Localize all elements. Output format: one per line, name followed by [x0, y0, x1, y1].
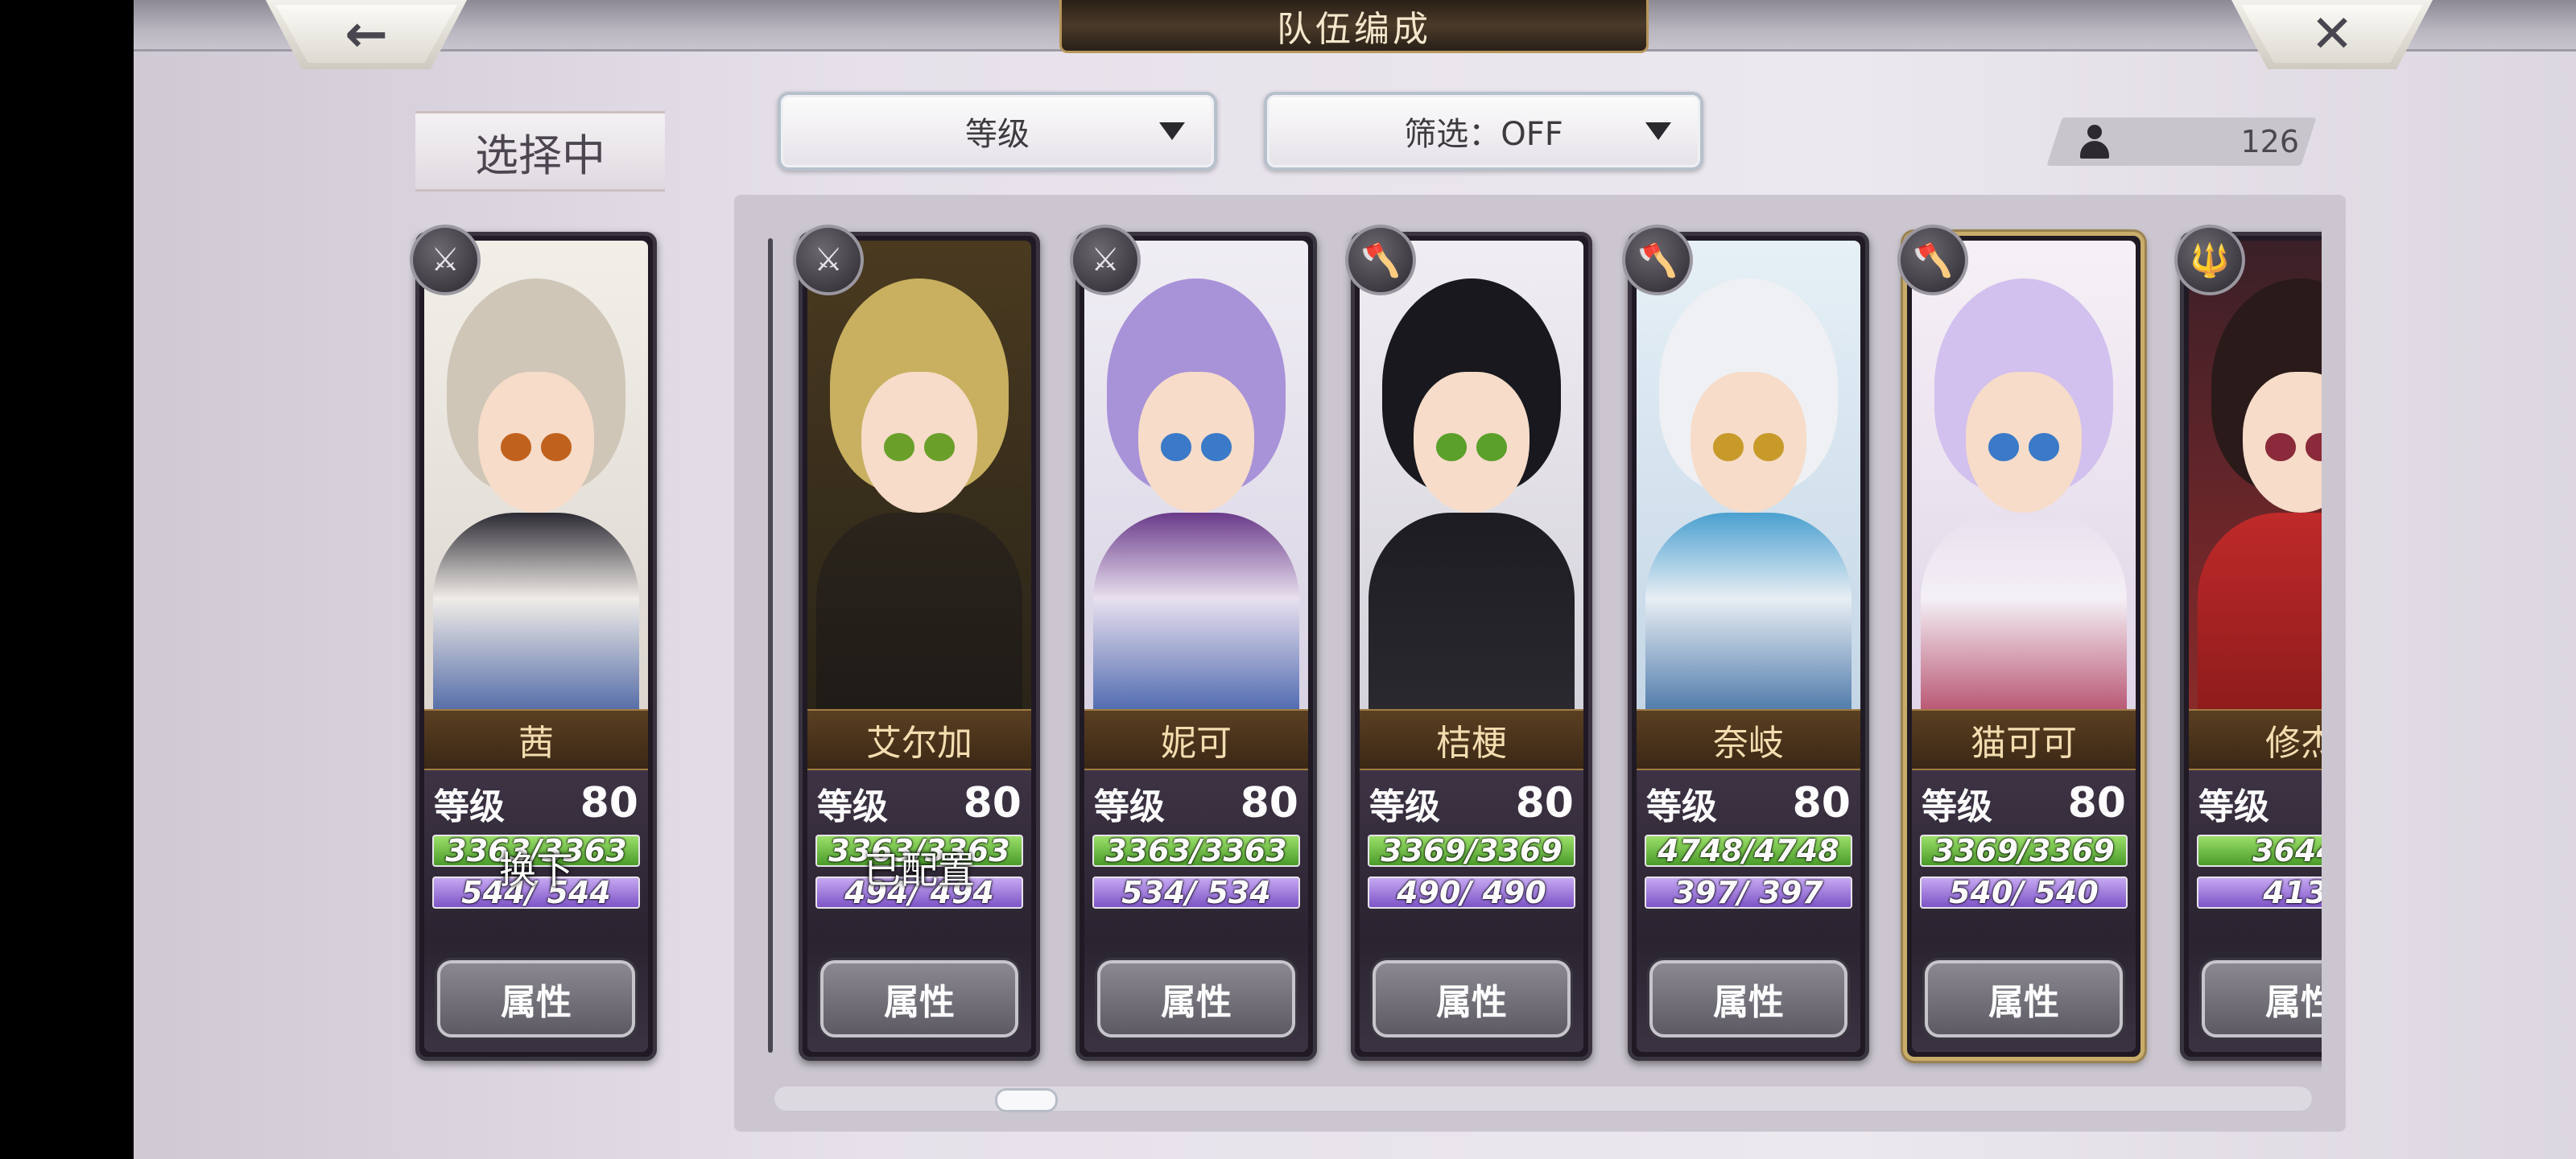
- axe-icon: 🪓: [1897, 225, 1968, 295]
- level-value: 80: [2067, 779, 2126, 827]
- selecting-label: 选择中: [415, 111, 665, 192]
- game-screen: ← 队伍编成 ✕ 选择中 等级 筛选：OFF 126 ⚔ 茜 等级 80 336…: [134, 0, 2576, 1159]
- back-arrow-icon: ←: [345, 5, 388, 64]
- level-row: 等级: [2198, 777, 2322, 830]
- attributes-button[interactable]: 属性: [820, 960, 1018, 1037]
- mp-bar: 397/ 397: [1645, 875, 1852, 910]
- hp-bar: 3363/3363: [1092, 833, 1300, 868]
- character-name: 猫可可: [1912, 709, 2136, 770]
- character-name: 茜: [424, 709, 648, 770]
- selected-character-card[interactable]: ⚔ 茜 等级 80 3363/3363 544/ 544 换下 属性: [410, 225, 657, 1061]
- sort-dropdown[interactable]: 等级: [778, 92, 1217, 171]
- level-row: 等级 80: [1922, 777, 2126, 830]
- character-portrait: [1912, 241, 2136, 709]
- character-card[interactable]: 🪓 奈岐 等级 80 4748/4748 397/ 397 属性: [1622, 225, 1869, 1061]
- filter-dropdown-label: 筛选：OFF: [1404, 116, 1563, 153]
- character-name: 修杰: [2189, 709, 2322, 770]
- level-row: 等级 80: [1369, 777, 1574, 830]
- level-label: 等级: [1646, 786, 1717, 827]
- attributes-button[interactable]: 属性: [1373, 960, 1571, 1037]
- attributes-button[interactable]: 属性: [2202, 960, 2322, 1037]
- level-row: 等级 80: [434, 777, 638, 830]
- filter-dropdown[interactable]: 筛选：OFF: [1264, 92, 1703, 171]
- scrollbar-thumb[interactable]: [995, 1088, 1058, 1112]
- character-card[interactable]: 🔱 修杰 等级 3644/ 413/ 属性: [2174, 225, 2322, 1061]
- close-icon: ✕: [2310, 5, 2354, 64]
- attributes-button[interactable]: 属性: [437, 960, 635, 1037]
- character-portrait: [807, 241, 1031, 709]
- level-value: 80: [580, 779, 638, 827]
- level-label: 等级: [1922, 786, 1992, 827]
- sword-icon: ⚔: [793, 225, 864, 295]
- character-portrait: [1637, 241, 1860, 709]
- unit-count-value: 126: [2240, 124, 2299, 159]
- spear-icon: 🔱: [2174, 225, 2245, 295]
- character-card[interactable]: ⚔ 妮可 等级 80 3363/3363 534/ 534 属性: [1070, 225, 1317, 1061]
- roster-divider: [768, 238, 773, 1053]
- hp-bar: 3369/3369: [1368, 833, 1575, 868]
- attributes-button[interactable]: 属性: [1925, 960, 2123, 1037]
- level-row: 等级 80: [817, 777, 1022, 830]
- person-icon: [2080, 125, 2109, 159]
- sort-dropdown-label: 等级: [965, 116, 1030, 153]
- level-label: 等级: [1094, 786, 1165, 827]
- character-name: 艾尔加: [807, 709, 1031, 770]
- attributes-button[interactable]: 属性: [1649, 960, 1847, 1037]
- unit-count: 126: [2074, 118, 2299, 166]
- axe-icon: 🪓: [1622, 225, 1693, 295]
- mp-bar: 534/ 534: [1092, 875, 1300, 910]
- axe-icon: 🪓: [1345, 225, 1416, 295]
- hp-bar: 4748/4748: [1645, 833, 1852, 868]
- mp-bar: 490/ 490: [1368, 875, 1575, 910]
- character-portrait: [1084, 241, 1308, 709]
- mp-bar: 540/ 540: [1920, 875, 2128, 910]
- level-value: 80: [1792, 779, 1851, 827]
- mp-bar: 413/: [2197, 875, 2322, 910]
- level-value: 80: [963, 779, 1022, 827]
- character-portrait: [424, 241, 648, 709]
- level-value: 80: [1240, 779, 1298, 827]
- page-title: 队伍编成: [1059, 0, 1649, 53]
- character-card[interactable]: ⚔ 艾尔加 等级 80 3363/3363 494/ 494 已配置 属性: [793, 225, 1040, 1061]
- sword-icon: ⚔: [410, 225, 481, 295]
- hp-bar: 3644/: [2197, 833, 2322, 868]
- character-card[interactable]: 🪓 桔梗 等级 80 3369/3369 490/ 490 属性: [1345, 225, 1592, 1061]
- sword-icon: ⚔: [1070, 225, 1141, 295]
- character-name: 桔梗: [1360, 709, 1583, 770]
- level-label: 等级: [1369, 786, 1440, 827]
- character-portrait: [1360, 241, 1583, 709]
- level-row: 等级 80: [1646, 777, 1851, 830]
- hp-bar: 3369/3369: [1920, 833, 2128, 868]
- level-label: 等级: [2198, 786, 2269, 827]
- back-button[interactable]: ←: [266, 0, 467, 69]
- character-name: 奈岐: [1637, 709, 1860, 770]
- character-card[interactable]: 🪓 猫可可 等级 80 3369/3369 540/ 540 属性: [1897, 225, 2145, 1061]
- level-label: 等级: [817, 786, 888, 827]
- close-button[interactable]: ✕: [2231, 0, 2433, 69]
- attributes-button[interactable]: 属性: [1097, 960, 1295, 1037]
- chevron-down-icon: [1159, 122, 1185, 140]
- chevron-down-icon: [1645, 122, 1671, 140]
- level-label: 等级: [434, 786, 505, 827]
- status-overlay-text: 已配置: [864, 848, 975, 892]
- character-portrait: [2189, 241, 2322, 709]
- level-row: 等级 80: [1094, 777, 1298, 830]
- roster-scroll-area[interactable]: ⚔ 艾尔加 等级 80 3363/3363 494/ 494 已配置 属性 ⚔ …: [778, 217, 2322, 1079]
- level-value: 80: [1515, 779, 1574, 827]
- character-name: 妮可: [1084, 709, 1308, 770]
- remove-overlay-text: 换下: [499, 848, 573, 892]
